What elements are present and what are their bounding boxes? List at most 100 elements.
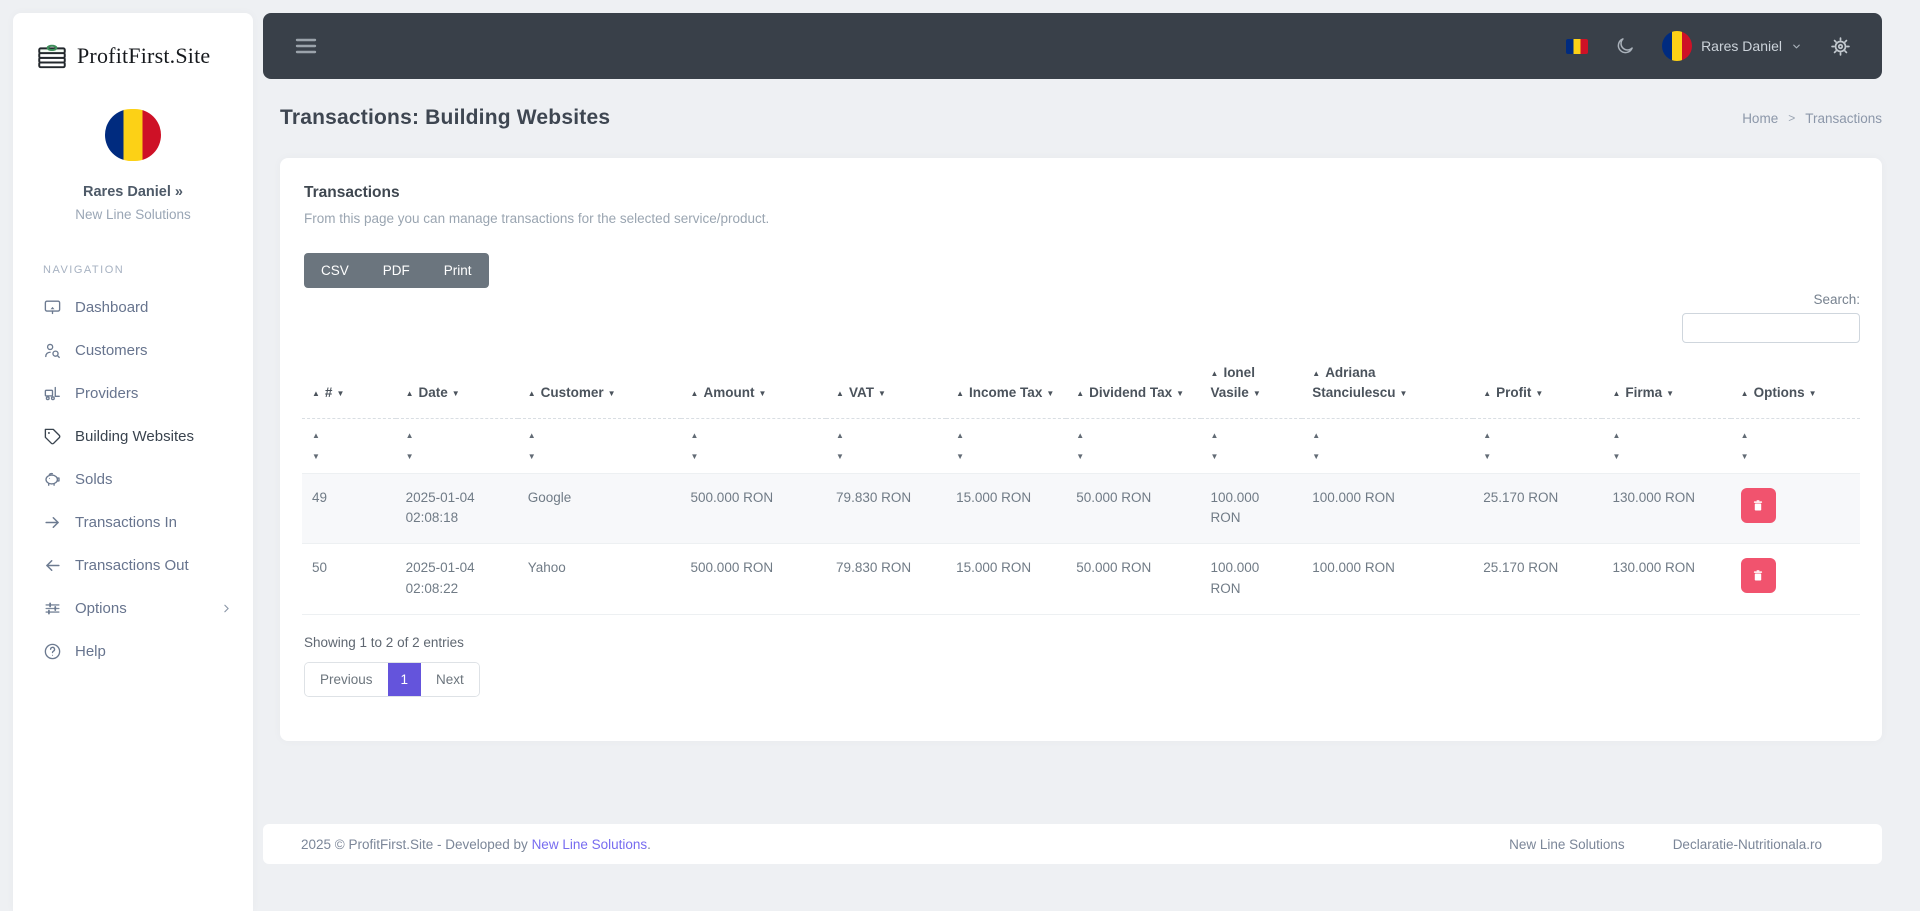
footer-link-new-line-solutions[interactable]: New Line Solutions (1509, 837, 1625, 852)
search-input[interactable] (1682, 313, 1860, 343)
pagination-page-1-button[interactable]: 1 (387, 663, 422, 697)
print-button[interactable]: Print (426, 253, 489, 288)
column-header[interactable]: ▲ Options ▼ (1730, 355, 1860, 419)
sort-asc-icon[interactable]: ▲ (691, 389, 699, 398)
sidebar-item-label: Options (75, 600, 127, 617)
sort-desc-icon[interactable]: ▼ (1046, 389, 1054, 398)
sort-asc-icon[interactable]: ▲ (528, 431, 671, 440)
cell-firma: 130.000 RON (1602, 473, 1731, 545)
sort-desc-icon[interactable]: ▼ (1612, 452, 1720, 461)
sort-asc-icon[interactable]: ▲ (528, 389, 536, 398)
sort-desc-icon[interactable]: ▼ (1253, 389, 1261, 398)
sidebar-item-options[interactable]: Options (13, 587, 253, 630)
sort-desc-icon[interactable]: ▼ (691, 452, 817, 461)
sort-desc-icon[interactable]: ▼ (406, 452, 508, 461)
footer-link-declaratie-nutritionala[interactable]: Declaratie-Nutritionala.ro (1673, 837, 1822, 852)
column-header[interactable]: ▲ Income Tax ▼ (946, 355, 1067, 419)
sidebar-item-building-websites[interactable]: Building Websites (13, 415, 253, 458)
sidebar-item-dashboard[interactable]: Dashboard (13, 286, 253, 329)
menu-icon[interactable] (295, 37, 317, 55)
brand-logo[interactable]: ProfitFirst.Site (13, 13, 253, 73)
pagination-previous-button[interactable]: Previous (305, 663, 388, 697)
column-header[interactable]: ▲ # ▼ (302, 355, 396, 419)
sort-asc-icon[interactable]: ▲ (956, 431, 1056, 440)
column-header[interactable]: ▲ Profit ▼ (1473, 355, 1603, 419)
sort-asc-icon[interactable]: ▲ (1612, 431, 1720, 440)
sort-desc-icon[interactable]: ▼ (956, 452, 1056, 461)
sort-asc-icon[interactable]: ▲ (1211, 369, 1219, 378)
sort-asc-icon[interactable]: ▲ (406, 431, 508, 440)
sort-asc-icon[interactable]: ▲ (836, 389, 844, 398)
sort-asc-icon[interactable]: ▲ (1312, 369, 1320, 378)
sort-asc-icon[interactable]: ▲ (1076, 431, 1190, 440)
delete-button[interactable] (1740, 558, 1776, 594)
sidebar-item-help[interactable]: Help (13, 630, 253, 673)
moon-icon[interactable] (1615, 36, 1635, 56)
gear-icon[interactable] (1829, 35, 1852, 58)
sort-desc-icon[interactable]: ▼ (836, 452, 936, 461)
sort-asc-icon[interactable]: ▲ (312, 389, 320, 398)
column-header[interactable]: ▲ Date ▼ (395, 355, 518, 419)
sort-asc-icon[interactable]: ▲ (1483, 431, 1592, 440)
sort-desc-icon[interactable]: ▼ (1535, 389, 1543, 398)
sidebar-user-card: Rares Daniel » New Line Solutions (13, 109, 253, 222)
sort-desc-icon[interactable]: ▼ (528, 452, 671, 461)
csv-button[interactable]: CSV (304, 253, 366, 288)
column-header[interactable]: ▲ Customer ▼ (517, 355, 681, 419)
sort-desc-icon[interactable]: ▼ (878, 389, 886, 398)
sort-desc-icon[interactable]: ▼ (312, 452, 386, 461)
sidebar-item-transactions-in[interactable]: Transactions In (13, 501, 253, 544)
sort-desc-icon[interactable]: ▼ (758, 389, 766, 398)
sort-asc-icon[interactable]: ▲ (1076, 389, 1084, 398)
cell-options (1730, 543, 1860, 616)
sort-desc-icon[interactable]: ▼ (1076, 452, 1190, 461)
caret-down-icon (1791, 41, 1802, 52)
sort-desc-icon[interactable]: ▼ (1400, 389, 1408, 398)
sidebar-item-customers[interactable]: Customers (13, 329, 253, 372)
column-header[interactable]: ▲ Ionel Vasile ▼ (1200, 355, 1303, 419)
showing-entries-text: Showing 1 to 2 of 2 entries (304, 635, 464, 651)
developer-link[interactable]: New Line Solutions (532, 837, 648, 852)
sort-asc-icon[interactable]: ▲ (1483, 389, 1491, 398)
cell-adriana-stanciulescu: 100.000 RON (1302, 543, 1474, 616)
column-header[interactable]: ▲ VAT ▼ (826, 355, 947, 419)
sort-desc-icon[interactable]: ▼ (1312, 452, 1463, 461)
sidebar-item-transactions-out[interactable]: Transactions Out (13, 544, 253, 587)
column-header[interactable]: ▲ Adriana Stanciulescu ▼ (1302, 355, 1474, 419)
sort-desc-icon[interactable]: ▼ (1666, 389, 1674, 398)
delete-button[interactable] (1740, 487, 1776, 523)
sort-asc-icon[interactable]: ▲ (1312, 431, 1463, 440)
column-header[interactable]: ▲ Amount ▼ (680, 355, 827, 419)
romania-flag-icon[interactable] (1566, 38, 1589, 54)
breadcrumb-home[interactable]: Home (1742, 111, 1778, 126)
sort-asc-icon[interactable]: ▲ (1741, 431, 1850, 440)
sort-asc-icon[interactable]: ▲ (956, 389, 964, 398)
sort-desc-icon[interactable]: ▼ (608, 389, 616, 398)
user-menu[interactable]: Rares Daniel (1662, 31, 1802, 61)
piggy-bank-icon (43, 470, 62, 489)
sort-asc-icon[interactable]: ▲ (406, 389, 414, 398)
cell-adriana-stanciulescu: 100.000 RON (1302, 473, 1474, 545)
sort-asc-icon[interactable]: ▲ (312, 431, 386, 440)
sidebar-item-providers[interactable]: Providers (13, 372, 253, 415)
sort-desc-icon[interactable]: ▼ (1809, 389, 1817, 398)
cell-date: 2025-01-04 02:08:22 (395, 543, 518, 616)
pagination-next-button[interactable]: Next (421, 663, 479, 697)
sort-asc-icon[interactable]: ▲ (1211, 431, 1293, 440)
sort-desc-icon[interactable]: ▼ (1211, 452, 1293, 461)
sidebar-user-name[interactable]: Rares Daniel » (13, 184, 253, 200)
sort-asc-icon[interactable]: ▲ (1741, 389, 1749, 398)
sort-desc-icon[interactable]: ▼ (336, 389, 344, 398)
sort-asc-icon[interactable]: ▲ (691, 431, 817, 440)
card-title: Transactions (304, 184, 400, 201)
sidebar-item-solds[interactable]: Solds (13, 458, 253, 501)
sort-asc-icon[interactable]: ▲ (1612, 389, 1620, 398)
sort-desc-icon[interactable]: ▼ (1176, 389, 1184, 398)
sort-desc-icon[interactable]: ▼ (452, 389, 460, 398)
sort-desc-icon[interactable]: ▼ (1741, 452, 1850, 461)
pdf-button[interactable]: PDF (365, 253, 427, 288)
sort-desc-icon[interactable]: ▼ (1483, 452, 1592, 461)
column-header[interactable]: ▲ Firma ▼ (1602, 355, 1731, 419)
sort-asc-icon[interactable]: ▲ (836, 431, 936, 440)
column-header[interactable]: ▲ Dividend Tax ▼ (1066, 355, 1201, 419)
